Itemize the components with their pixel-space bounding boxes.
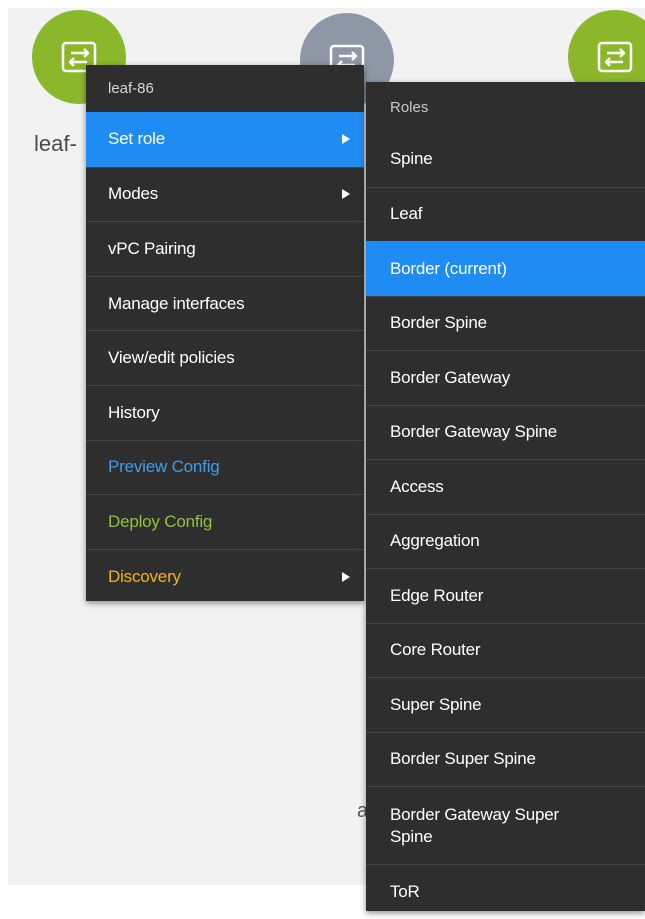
role-option-border-current[interactable]: Border (current) <box>366 241 645 296</box>
menu-item-label: Deploy Config <box>108 511 213 531</box>
role-option-aggregation[interactable]: Aggregation <box>366 513 645 569</box>
menu-item-vpc-pairing[interactable]: vPC Pairing <box>86 221 364 276</box>
role-option-core-router[interactable]: Core Router <box>366 622 645 678</box>
menu-item-deploy-config[interactable]: Deploy Config <box>86 494 364 549</box>
role-option-border-super-spine[interactable]: Border Super Spine <box>366 731 645 787</box>
menu-item-label: History <box>108 402 160 422</box>
node-context-menu: leaf-86 Set role Modes vPC Pairing Manage i… <box>86 65 364 601</box>
role-option-label: Aggregation <box>390 531 480 551</box>
submenu-arrow-icon <box>342 134 350 145</box>
role-option-border-spine[interactable]: Border Spine <box>366 295 645 351</box>
menu-item-label: Manage interfaces <box>108 293 245 313</box>
menu-item-discovery[interactable]: Discovery <box>86 548 364 604</box>
menu-item-label: View/edit policies <box>108 348 235 368</box>
context-menu-header: leaf-86 <box>108 80 154 97</box>
submenu-arrow-icon <box>342 189 350 200</box>
role-option-label: Super Spine <box>390 694 482 714</box>
node-label: leaf- <box>34 131 77 156</box>
role-option-label: Spine <box>390 149 433 169</box>
menu-item-view-edit-policies[interactable]: View/edit policies <box>86 330 364 385</box>
role-option-border-gateway-spine[interactable]: Border Gateway Spine <box>366 404 645 460</box>
role-option-label: Access <box>390 476 444 496</box>
menu-item-label: Discovery <box>108 566 181 586</box>
roles-submenu: Roles Spine Leaf Border (current) Border Sp… <box>366 82 645 911</box>
role-option-label: Leaf <box>390 204 423 224</box>
role-option-border-gateway-super-spine[interactable]: Border Gateway Super Spine <box>366 786 645 864</box>
role-option-tor[interactable]: ToR <box>366 864 645 919</box>
roles-submenu-header: Roles <box>390 98 429 116</box>
menu-item-set-role[interactable]: Set role <box>86 112 364 167</box>
role-option-border-gateway[interactable]: Border Gateway <box>366 350 645 405</box>
role-option-label: Border Spine <box>390 313 487 333</box>
role-option-label: Edge Router <box>390 585 484 605</box>
menu-item-modes[interactable]: Modes <box>86 166 364 222</box>
role-option-label: Border Gateway Spine <box>390 422 558 442</box>
menu-item-history[interactable]: History <box>86 384 364 440</box>
role-option-spine[interactable]: Spine <box>366 132 645 187</box>
menu-item-label: Modes <box>108 184 159 204</box>
role-option-leaf[interactable]: Leaf <box>366 186 645 242</box>
role-option-label: Border Super Spine <box>390 749 536 769</box>
menu-item-label: Preview Config <box>108 457 220 477</box>
submenu-arrow-icon <box>342 571 350 582</box>
menu-item-manage-interfaces[interactable]: Manage interfaces <box>86 275 364 331</box>
menu-item-preview-config[interactable]: Preview Config <box>86 439 364 495</box>
role-option-label: Border Gateway Super Spine <box>390 804 559 846</box>
role-option-super-spine[interactable]: Super Spine <box>366 677 645 732</box>
menu-item-label: Set role <box>108 129 165 149</box>
role-option-label: ToR <box>390 881 420 901</box>
menu-item-label: vPC Pairing <box>108 238 196 258</box>
role-option-label: Border Gateway <box>390 367 511 387</box>
switch-arrows-icon <box>597 41 633 73</box>
role-option-label: Border (current) <box>390 258 507 278</box>
role-option-edge-router[interactable]: Edge Router <box>366 568 645 623</box>
role-option-access[interactable]: Access <box>366 459 645 514</box>
role-option-label: Core Router <box>390 640 481 660</box>
